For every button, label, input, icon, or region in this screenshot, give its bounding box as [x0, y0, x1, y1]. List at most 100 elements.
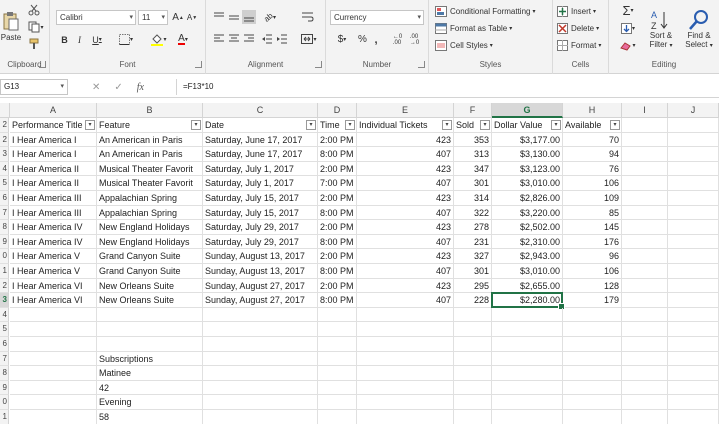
select-all-corner[interactable] [0, 103, 10, 118]
format-as-table-button[interactable]: Format as Table ▾ [433, 21, 533, 36]
table-cell[interactable]: 7:00 PM [318, 176, 357, 191]
table-cell[interactable]: Sunday, August 27, 2017 [203, 293, 318, 308]
list-cell[interactable]: Evening [97, 395, 203, 410]
paste-button[interactable]: Paste [0, 2, 22, 50]
grid-cell[interactable] [203, 410, 318, 424]
row-header[interactable]: 8 [0, 220, 9, 235]
table-cell[interactable]: $2,310.00 [492, 234, 563, 250]
grid-cell[interactable] [318, 307, 357, 323]
table-cell[interactable]: 407 [357, 147, 454, 162]
grid-cell[interactable] [492, 380, 563, 396]
list-cell[interactable]: Subscriptions [97, 351, 203, 367]
grid-cell[interactable] [668, 264, 719, 279]
grid-cell[interactable] [454, 337, 492, 352]
grid-cell[interactable] [668, 380, 719, 396]
table-cell[interactable]: 145 [563, 220, 622, 235]
table-cell[interactable]: 423 [357, 249, 454, 264]
grid-cell[interactable] [563, 307, 622, 323]
table-cell[interactable]: I Hear America VI [10, 293, 97, 308]
grid-cell[interactable] [622, 366, 668, 381]
table-cell[interactable]: 423 [357, 220, 454, 235]
grid-cell[interactable] [357, 307, 454, 323]
decrease-indent-button[interactable] [260, 32, 274, 46]
cut-button[interactable] [26, 3, 42, 17]
format-cells-button[interactable]: Format ▾ [556, 38, 608, 53]
grid-cell[interactable] [318, 380, 357, 396]
table-cell[interactable]: $3,177.00 [492, 132, 563, 148]
row-header[interactable]: 1 [0, 410, 9, 424]
table-cell[interactable]: Sunday, August 27, 2017 [203, 278, 318, 294]
grid-cell[interactable] [622, 132, 668, 148]
grid-cell[interactable] [622, 351, 668, 367]
row-header[interactable]: 5 [0, 322, 9, 337]
table-cell[interactable]: 179 [563, 293, 622, 308]
row-header[interactable]: 4 [0, 307, 9, 323]
table-cell[interactable]: Saturday, June 17, 2017 [203, 132, 318, 148]
table-cell[interactable]: 347 [454, 161, 492, 177]
table-cell[interactable]: 301 [454, 264, 492, 279]
grid-cell[interactable] [668, 147, 719, 162]
row-header[interactable]: 6 [0, 191, 9, 206]
font-color-button[interactable]: A ▾ [172, 32, 194, 47]
row-header[interactable]: 6 [0, 337, 9, 352]
grid-cell[interactable] [454, 307, 492, 323]
delete-cells-button[interactable]: Delete ▾ [556, 21, 606, 36]
filter-dropdown-icon[interactable]: ▾ [442, 120, 452, 130]
table-cell[interactable]: $2,502.00 [492, 220, 563, 235]
format-painter-button[interactable] [26, 37, 42, 51]
table-cell[interactable]: Sunday, August 13, 2017 [203, 249, 318, 264]
grid-cell[interactable] [357, 322, 454, 337]
filter-dropdown-icon[interactable]: ▾ [610, 120, 620, 130]
row-header[interactable]: 3 [0, 293, 9, 308]
cancel-icon[interactable]: ✕ [92, 82, 100, 93]
table-cell[interactable]: Musical Theater Favorit [97, 176, 203, 191]
grid-cell[interactable] [622, 322, 668, 337]
table-cell[interactable]: An American in Paris [97, 132, 203, 148]
table-cell[interactable]: 423 [357, 191, 454, 206]
grid-cell[interactable] [622, 278, 668, 294]
grid-cell[interactable] [668, 132, 719, 148]
grid-cell[interactable] [492, 366, 563, 381]
table-cell[interactable]: Appalachian Spring [97, 205, 203, 221]
table-cell[interactable]: $3,010.00 [492, 264, 563, 279]
grid-cell[interactable] [10, 307, 97, 323]
sort-filter-button[interactable]: AZ Sort & Filter ▾ [643, 3, 679, 55]
table-cell[interactable]: $3,123.00 [492, 161, 563, 177]
table-header-cell[interactable]: Dollar Value ▾ [492, 118, 563, 133]
grid-cell[interactable] [563, 337, 622, 352]
grid-cell[interactable] [668, 234, 719, 250]
grid-cell[interactable] [622, 410, 668, 424]
table-cell[interactable]: Saturday, July 1, 2017 [203, 176, 318, 191]
grid-cell[interactable] [10, 366, 97, 381]
table-cell[interactable]: 2:00 PM [318, 132, 357, 148]
column-header-g[interactable]: G [492, 103, 563, 118]
table-cell[interactable]: 407 [357, 176, 454, 191]
align-left-button[interactable] [212, 32, 226, 46]
grid-cell[interactable] [10, 410, 97, 424]
grid-cell[interactable] [622, 220, 668, 235]
name-box[interactable]: G13 ▾ [0, 79, 68, 95]
grid-cell[interactable] [668, 278, 719, 294]
table-header-cell[interactable]: Available ▾ [563, 118, 622, 133]
grid-cell[interactable] [622, 176, 668, 191]
underline-button[interactable]: U ▾ [88, 32, 106, 47]
table-cell[interactable]: 8:00 PM [318, 147, 357, 162]
merge-center-button[interactable]: ▾ [298, 32, 320, 46]
grid-cell[interactable] [622, 395, 668, 410]
column-header-c[interactable]: C [203, 103, 318, 118]
grid-cell[interactable] [622, 234, 668, 250]
table-cell[interactable]: 301 [454, 176, 492, 191]
table-cell[interactable]: $2,280.00 [492, 293, 563, 308]
table-cell[interactable]: Saturday, July 15, 2017 [203, 191, 318, 206]
autosum-button[interactable]: Σ ▾ [617, 3, 639, 18]
clear-button[interactable]: ▾ [617, 38, 639, 53]
table-cell[interactable]: $3,010.00 [492, 176, 563, 191]
table-cell[interactable]: 353 [454, 132, 492, 148]
filter-dropdown-icon[interactable]: ▾ [480, 120, 490, 130]
table-cell[interactable]: Saturday, July 29, 2017 [203, 234, 318, 250]
align-center-button[interactable] [227, 32, 241, 46]
row-header[interactable]: 3 [0, 147, 9, 162]
grid-cell[interactable] [10, 380, 97, 396]
table-cell[interactable]: I Hear America V [10, 264, 97, 279]
grid-cell[interactable] [203, 307, 318, 323]
